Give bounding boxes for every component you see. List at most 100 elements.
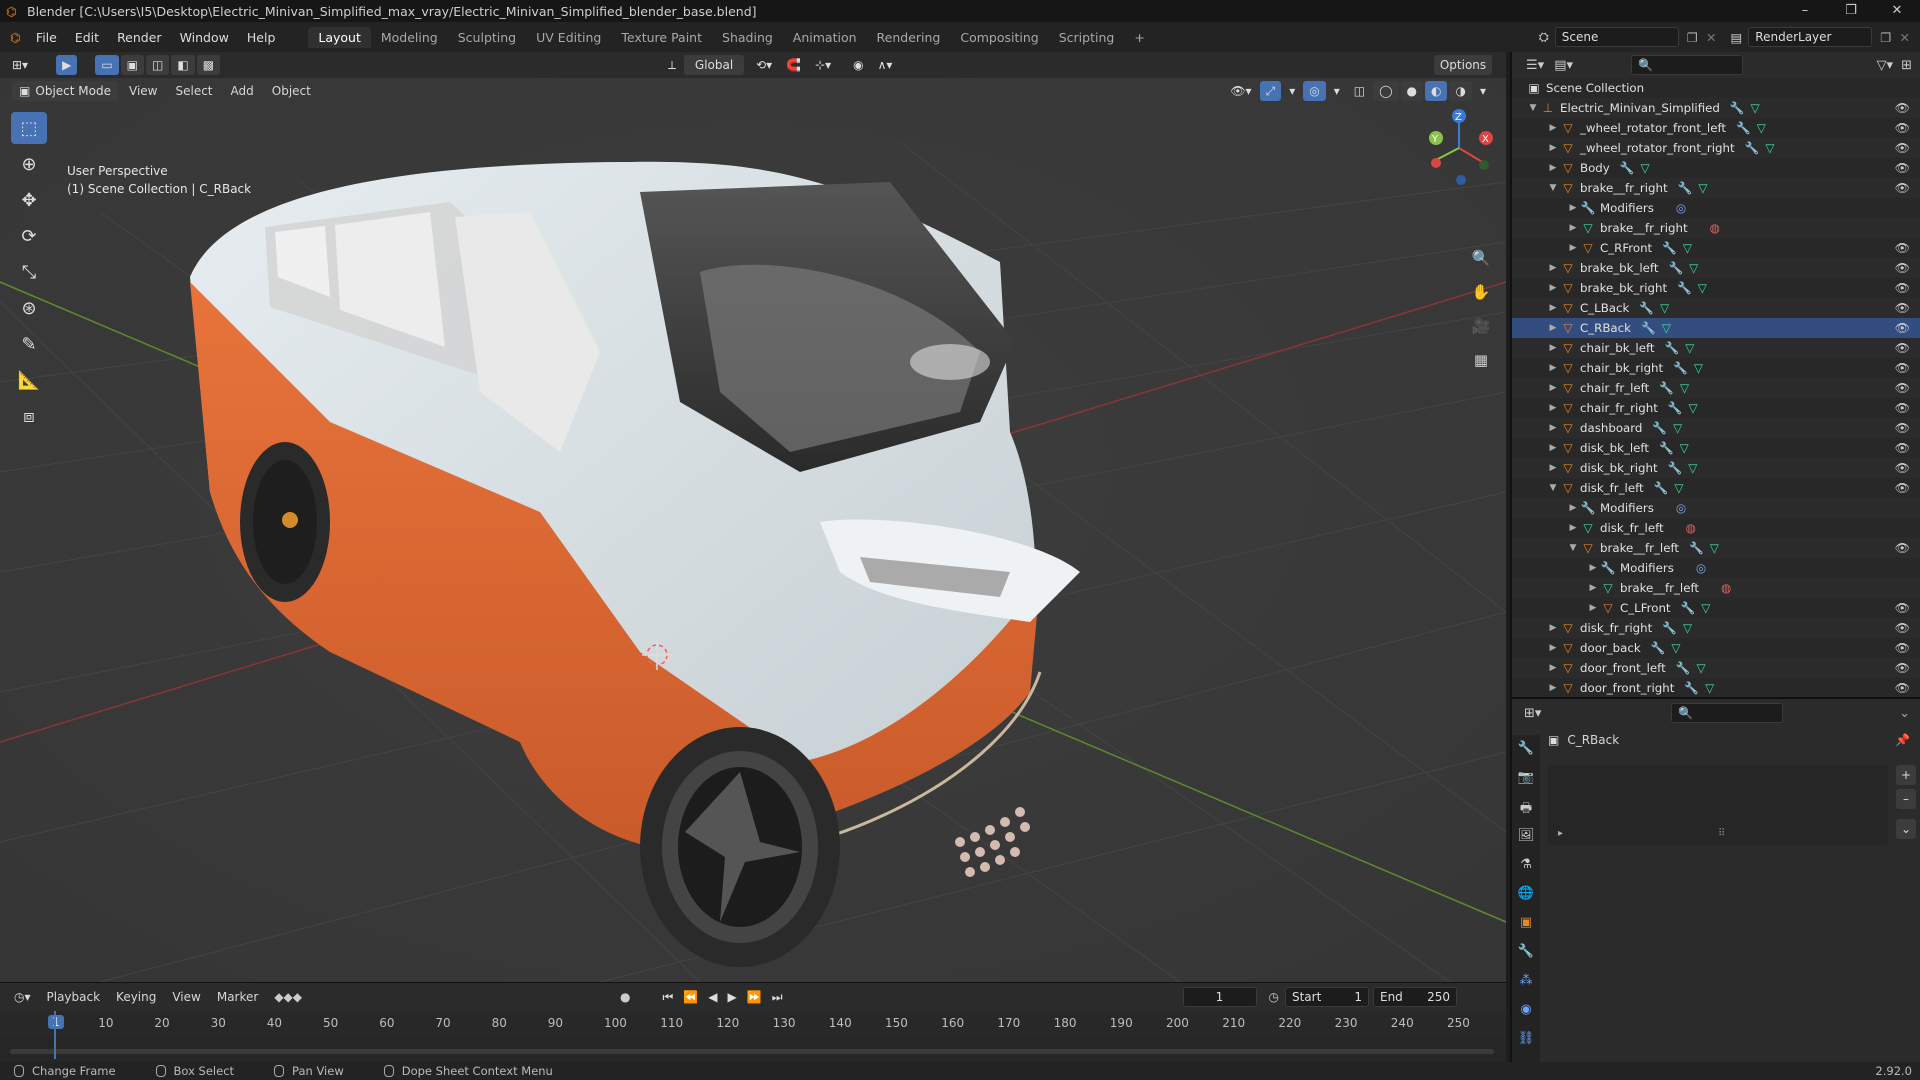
falloff-icon[interactable]: ∧▾: [872, 55, 899, 75]
cursor-tool-icon[interactable]: ⊕: [11, 148, 47, 180]
expand-right-icon[interactable]: ▶: [1586, 603, 1600, 613]
outliner-row[interactable]: ▶ ▽ chair_bk_right 🔧 ▽ 👁: [1512, 358, 1920, 378]
tab-uv-editing[interactable]: UV Editing: [526, 27, 611, 48]
outliner-row[interactable]: ▶ ▽ brake__fr_right ◍: [1512, 218, 1920, 238]
outliner-row[interactable]: ▼ ⊥ Electric_Minivan_Simplified 🔧 ▽ 👁: [1512, 98, 1920, 118]
visibility-eye-icon[interactable]: 👁: [1895, 621, 1910, 635]
keyframe-icons[interactable]: ◆◆◆: [266, 990, 310, 1004]
visibility-eye-icon[interactable]: 👁: [1895, 441, 1910, 455]
expand-right-icon[interactable]: ▶: [1546, 163, 1560, 173]
visibility-eye-icon[interactable]: 👁: [1895, 181, 1910, 195]
wireframe-shading-icon[interactable]: ◯: [1373, 81, 1399, 101]
outliner-row[interactable]: ▶ ▽ door_front_left 🔧 ▽ 👁: [1512, 658, 1920, 678]
visibility-eye-icon[interactable]: 👁: [1895, 361, 1910, 375]
expand-right-icon[interactable]: ▶: [1546, 323, 1560, 333]
tab-scripting[interactable]: Scripting: [1049, 27, 1125, 48]
3d-viewport[interactable]: ⊞▾ ▶ ▭ ▣ ◫ ◧ ▩ ⟂ Global ⟲▾ 🧲 ⊹▾ ◉ ∧▾ Opt…: [0, 52, 1506, 982]
menu-file[interactable]: File: [27, 30, 66, 45]
modifier-tab-icon[interactable]: 🔧: [1515, 944, 1537, 964]
visibility-eye-icon[interactable]: 👁: [1895, 401, 1910, 415]
pivot-icon[interactable]: ⟲▾: [750, 55, 778, 75]
scene-collection-row[interactable]: ▣ Scene Collection: [1512, 78, 1920, 98]
expand-right-icon[interactable]: ▶: [1546, 363, 1560, 373]
outliner-row[interactable]: ▼ ▽ brake__fr_left 🔧 ▽ 👁: [1512, 538, 1920, 558]
menu-render[interactable]: Render: [108, 30, 171, 45]
scale-tool-icon[interactable]: ⤡: [11, 256, 47, 288]
visibility-eye-icon[interactable]: 👁: [1895, 421, 1910, 435]
object-tab-icon[interactable]: ▣: [1515, 915, 1537, 935]
menu-help[interactable]: Help: [238, 30, 285, 45]
list-expand-icon[interactable]: ▸: [1558, 828, 1563, 839]
tool-tab-icon[interactable]: 🔧: [1515, 741, 1537, 761]
transform-orientation[interactable]: ⟂ Global: [662, 55, 746, 75]
outliner-row[interactable]: ▶ ▽ disk_fr_right 🔧 ▽ 👁: [1512, 618, 1920, 638]
zoom-icon[interactable]: 🔍: [1467, 244, 1495, 272]
scene-field[interactable]: Scene: [1554, 27, 1679, 47]
expand-right-icon[interactable]: ▶: [1546, 263, 1560, 273]
expand-down-icon[interactable]: ▼: [1546, 183, 1560, 193]
tab-rendering[interactable]: Rendering: [867, 27, 951, 48]
overlay-toggle-icon[interactable]: ◎: [1303, 81, 1326, 101]
select-new-icon[interactable]: ▭: [95, 55, 119, 75]
render-layer-field[interactable]: RenderLayer: [1748, 27, 1873, 47]
visibility-eye-icon[interactable]: 👁: [1895, 101, 1910, 115]
overlay-dropdown-icon[interactable]: ▾: [1328, 81, 1346, 101]
camera-view-icon[interactable]: 🎥: [1467, 312, 1495, 340]
outliner-search-input[interactable]: 🔍: [1631, 55, 1743, 75]
tab-sculpting[interactable]: Sculpting: [448, 27, 526, 48]
expand-right-icon[interactable]: ▶: [1546, 343, 1560, 353]
jump-start-icon[interactable]: ⏮: [663, 990, 674, 1005]
tab-texture-paint[interactable]: Texture Paint: [611, 27, 712, 48]
maximize-button[interactable]: ❐: [1828, 0, 1874, 22]
tab-modeling[interactable]: Modeling: [371, 27, 448, 48]
new-layer-icon[interactable]: ❐: [1880, 30, 1891, 45]
new-scene-icon[interactable]: ❐: [1687, 30, 1698, 45]
expand-right-icon[interactable]: ▶: [1546, 303, 1560, 313]
play-icon[interactable]: ▶: [728, 990, 737, 1005]
visibility-eye-icon[interactable]: 👁: [1895, 121, 1910, 135]
pan-hand-icon[interactable]: ✋: [1467, 278, 1495, 306]
move-tool-icon[interactable]: ✥: [11, 184, 47, 216]
snap-icon[interactable]: 🧲: [780, 55, 807, 75]
viewport-menu-select[interactable]: Select: [166, 84, 221, 98]
outliner-row[interactable]: ▶ ▽ C_LFront 🔧 ▽ 👁: [1512, 598, 1920, 618]
outliner-row[interactable]: ▶ 🔧 Modifiers ◎: [1512, 558, 1920, 578]
visibility-eye-icon[interactable]: 👁: [1895, 261, 1910, 275]
start-frame-field[interactable]: Start 1: [1284, 987, 1369, 1007]
viewport-menu-view[interactable]: View: [120, 84, 166, 98]
expand-right-icon[interactable]: ▶: [1546, 463, 1560, 473]
visibility-eye-icon[interactable]: 👁: [1895, 541, 1910, 555]
outliner-row[interactable]: ▶ ▽ door_front_right 🔧 ▽ 👁: [1512, 678, 1920, 698]
expand-right-icon[interactable]: ▶: [1546, 283, 1560, 293]
outliner-row[interactable]: ▶ ▽ C_RBack 🔧 ▽ 👁: [1512, 318, 1920, 338]
options-dropdown[interactable]: Options: [1434, 55, 1492, 75]
properties-list[interactable]: ▸ ⠿: [1548, 765, 1888, 845]
visibility-eye-icon[interactable]: 👁: [1895, 461, 1910, 475]
outliner-row[interactable]: ▶ ▽ chair_fr_right 🔧 ▽ 👁: [1512, 398, 1920, 418]
play-reverse-icon[interactable]: ◀: [708, 990, 717, 1005]
view-layer-tab-icon[interactable]: 🖼: [1515, 828, 1537, 848]
expand-right-icon[interactable]: ▶: [1546, 403, 1560, 413]
expand-right-icon[interactable]: ▶: [1546, 143, 1560, 153]
gizmo-dropdown-icon[interactable]: ▾: [1283, 81, 1301, 101]
snap-target-icon[interactable]: ⊹▾: [809, 55, 837, 75]
outliner-row[interactable]: ▼ ▽ brake__fr_right 🔧 ▽ 👁: [1512, 178, 1920, 198]
expand-down-icon[interactable]: ▼: [1526, 103, 1540, 113]
select-box-tool-icon[interactable]: ⬚: [11, 112, 47, 144]
scene-icon[interactable]: ⛭: [1539, 29, 1549, 45]
outliner-row[interactable]: ▶ ▽ _wheel_rotator_front_left 🔧 ▽ 👁: [1512, 118, 1920, 138]
expand-right-icon[interactable]: ▶: [1546, 443, 1560, 453]
blender-menu-icon[interactable]: ⌬: [10, 30, 21, 45]
expand-right-icon[interactable]: ▶: [1546, 123, 1560, 133]
visibility-eye-icon[interactable]: 👁: [1895, 341, 1910, 355]
outliner-row[interactable]: ▶ ▽ chair_bk_left 🔧 ▽ 👁: [1512, 338, 1920, 358]
tab-animation[interactable]: Animation: [783, 27, 867, 48]
tab-layout[interactable]: Layout: [308, 26, 371, 48]
viewport-menu-add[interactable]: Add: [222, 84, 263, 98]
select-subtract-icon[interactable]: ◫: [146, 55, 170, 75]
visibility-eye-icon[interactable]: 👁: [1895, 241, 1910, 255]
xray-icon[interactable]: ◫: [1348, 81, 1371, 101]
add-cube-tool-icon[interactable]: ⧈: [11, 400, 47, 432]
expand-right-icon[interactable]: ▶: [1586, 563, 1600, 573]
minimize-button[interactable]: –: [1782, 0, 1828, 22]
